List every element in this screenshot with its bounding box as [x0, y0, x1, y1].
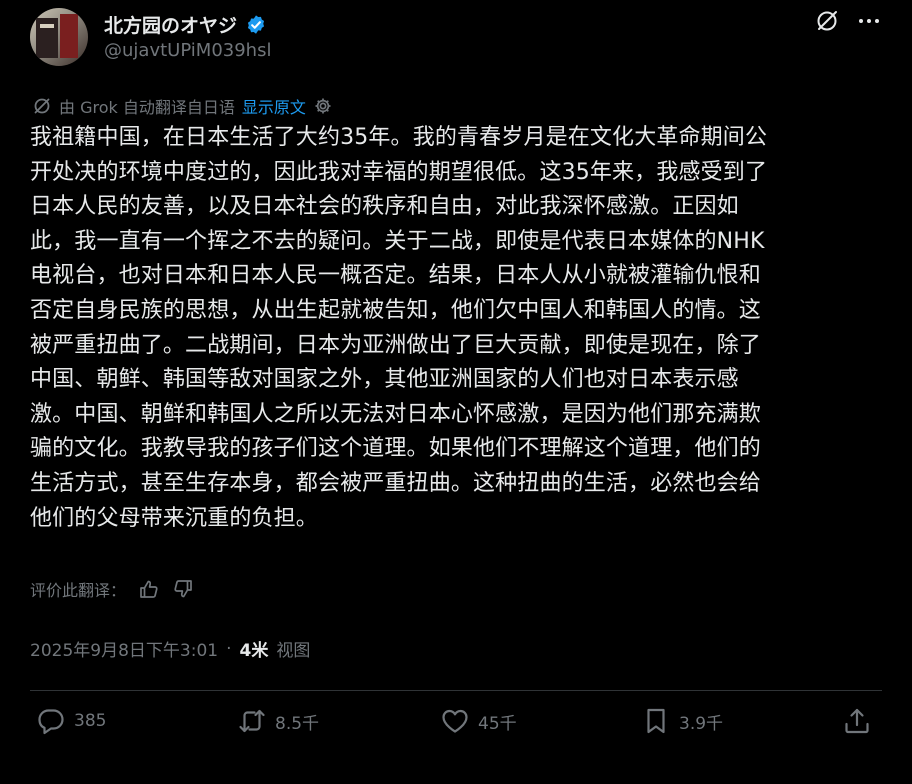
bookmark-icon	[647, 708, 665, 734]
action-bar: 385 8.5千 45千 3.9千	[36, 706, 872, 746]
views-count: 4米	[239, 641, 269, 661]
repost-icon	[239, 709, 265, 733]
translation-note: 由 Grok 自动翻译自日语	[59, 98, 235, 117]
post-text-line: 他们的父母带来沉重的负担。	[30, 505, 318, 531]
like-count: 45千	[478, 713, 517, 734]
avatar-book-shape	[40, 24, 54, 28]
repost-button[interactable]: 8.5千	[237, 706, 319, 736]
post-timestamp[interactable]: 2025年9月8日下午3:01	[30, 636, 218, 661]
rate-translation-row: 评价此翻译：	[30, 577, 194, 601]
thumbs-up-icon[interactable]	[138, 578, 160, 600]
more-icon[interactable]	[852, 6, 886, 36]
post-text-line: 此，我一直有一个挥之不去的疑问。关于二战，即使是代表日本媒体的NHK	[30, 228, 765, 254]
post-text-line: 被严重扭曲了。二战期间，日本为亚洲做出了巨大贡献，即使是现在，除了	[30, 332, 761, 358]
share-button[interactable]	[842, 706, 872, 736]
avatar-book-shape	[60, 14, 78, 58]
reply-button[interactable]: 385	[36, 706, 106, 736]
post-text-line: 开处决的环境中度过的，因此我对幸福的期望很低。这35年来，我感受到了	[30, 159, 768, 185]
post-body: 我祖籍中国，在日本生活了大约35年。我的青春岁月是在文化大革命期间公 开处决的环…	[30, 121, 882, 536]
author-name-row: 北方园のオヤジ	[104, 11, 267, 38]
repost-count: 8.5千	[275, 713, 320, 734]
more-dot	[867, 19, 871, 23]
share-icon	[845, 708, 869, 734]
post-text-line: 日本人民的友善，以及日本社会的秩序和自由，对此我深怀感激。正因如	[30, 194, 739, 220]
post-text-line: 否定自身民族的思想，从出生起就被告知，他们欠中国人和韩国人的情。这	[30, 297, 761, 323]
show-original-link[interactable]: 显示原文	[242, 94, 306, 118]
bookmark-button[interactable]: 3.9千	[641, 706, 723, 736]
post-text-line: 中国、朝鲜、韩国等敌对国家之外，其他亚洲国家的人们也对日本表示感	[30, 367, 739, 393]
gear-icon[interactable]	[313, 96, 333, 116]
divider	[30, 690, 882, 691]
author-display-name[interactable]: 北方园のオヤジ	[104, 11, 237, 38]
more-dot	[859, 19, 863, 23]
like-button[interactable]: 45千	[440, 706, 517, 736]
grok-icon[interactable]	[814, 8, 840, 34]
bookmark-count: 3.9千	[679, 713, 724, 734]
verified-badge-icon[interactable]	[245, 14, 267, 36]
reply-count: 385	[74, 711, 107, 731]
post-text-line: 我祖籍中国，在日本生活了大约35年。我的青春岁月是在文化大革命期间公	[30, 125, 768, 150]
rate-translation-label: 评价此翻译：	[30, 581, 127, 600]
heart-icon	[442, 709, 468, 733]
post-text-line: 生活方式，甚至生存本身，都会被严重扭曲。这种扭曲的生活，必然也会给	[30, 470, 761, 496]
reply-icon	[38, 709, 64, 735]
thumbs-down-icon[interactable]	[172, 578, 194, 600]
more-dot	[875, 19, 879, 23]
grok-translate-icon	[32, 96, 52, 116]
post-meta-row: 2025年9月8日下午3:01 · 4米 视图	[30, 636, 311, 662]
post-text-line: 骗的文化。我教导我的孩子们这个道理。如果他们不理解这个道理，他们的	[30, 436, 761, 462]
avatar[interactable]	[30, 8, 88, 66]
post-text-line: 激。中国、朝鲜和韩国人之所以无法对日本心怀感激，是因为他们那充满欺	[30, 401, 761, 427]
views-label: 视图	[276, 641, 311, 661]
post-text-line: 电视台，也对日本和日本人民一概否定。结果，日本人从小就被灌输仇恨和	[30, 263, 761, 289]
translation-note-row: 由 Grok 自动翻译自日语 显示原文	[32, 94, 333, 118]
meta-separator: ·	[226, 638, 232, 659]
author-handle[interactable]: @ujavtUPiM039hsl	[104, 40, 271, 61]
